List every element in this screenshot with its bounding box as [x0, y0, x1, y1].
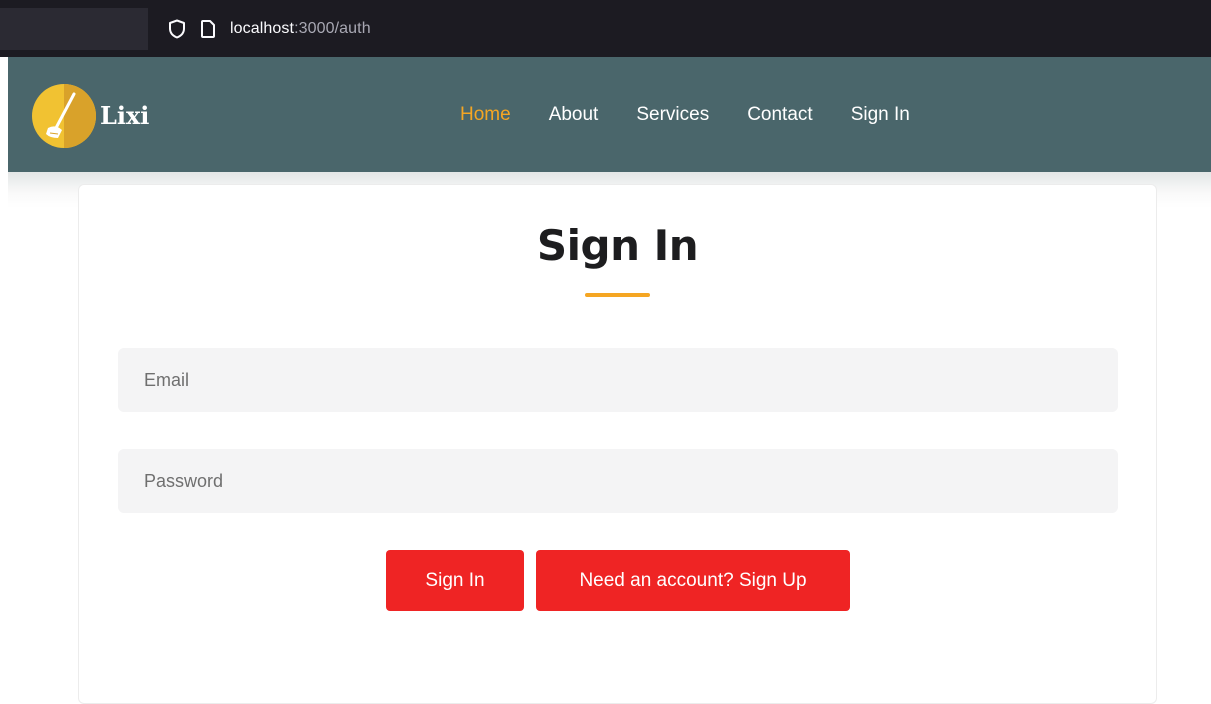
nav-item-home[interactable]: Home [460, 104, 511, 126]
broom-icon [30, 82, 98, 155]
sign-up-button[interactable]: Need an account? Sign Up [536, 550, 850, 611]
shield-icon[interactable] [168, 19, 186, 39]
page-icon [200, 19, 216, 39]
main-nav: Home About Services Contact Sign In [460, 57, 948, 172]
nav-item-contact[interactable]: Contact [747, 104, 812, 126]
site-header: Lixi Home About Services Contact Sign In [8, 57, 1211, 172]
nav-item-about[interactable]: About [549, 104, 599, 126]
address-bar[interactable]: localhost:3000/auth [156, 8, 1211, 50]
nav-item-services[interactable]: Services [636, 104, 709, 126]
url-path: :3000/auth [294, 20, 371, 37]
page-title: Sign In [536, 221, 699, 270]
nav-item-sign-in[interactable]: Sign In [851, 104, 910, 126]
sign-in-card: Sign In Sign In Need an account? Sign Up [78, 184, 1157, 704]
logo[interactable]: Lixi [30, 82, 149, 155]
browser-tab-area [0, 8, 148, 50]
url-host: localhost [230, 20, 295, 37]
email-input[interactable] [118, 348, 1118, 412]
password-input[interactable] [118, 449, 1118, 513]
url-text[interactable]: localhost:3000/auth [230, 20, 371, 38]
sign-in-button[interactable]: Sign In [386, 550, 524, 611]
browser-toolbar: localhost:3000/auth [0, 0, 1211, 57]
title-underline [585, 293, 650, 297]
logo-text: Lixi [100, 101, 150, 130]
